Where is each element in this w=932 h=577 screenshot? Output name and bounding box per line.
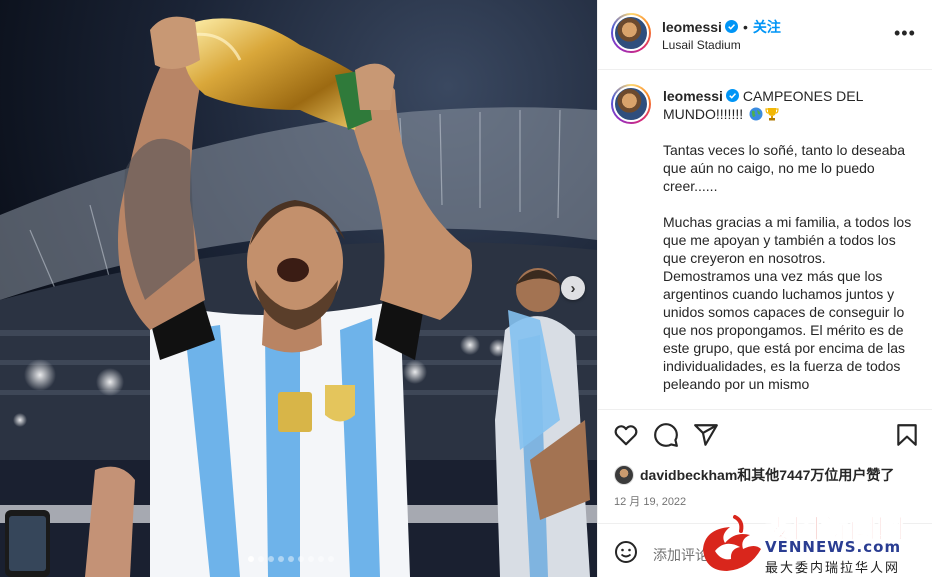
- caption-body: leomessi CAMPEONES DEL MUNDO!!!!!!! Tant…: [663, 87, 915, 409]
- carousel-dot: [268, 556, 274, 562]
- carousel-dot: [288, 556, 294, 562]
- action-bar: [598, 418, 932, 452]
- globe-emoji: [749, 107, 763, 121]
- carousel-dot: [318, 556, 324, 562]
- carousel-dot: [298, 556, 304, 562]
- post-side-panel: leomessi • 关注 Lusail Stadium ••• leomessi …: [597, 0, 932, 577]
- caption-username[interactable]: leomessi: [663, 88, 723, 104]
- emoji-icon[interactable]: [614, 540, 638, 564]
- share-icon[interactable]: [693, 422, 719, 448]
- carousel-dot: [308, 556, 314, 562]
- follow-button[interactable]: 关注: [753, 19, 781, 35]
- author-username[interactable]: leomessi: [662, 19, 722, 35]
- carousel-dot: [248, 556, 254, 562]
- carousel-next-button[interactable]: ›: [561, 276, 585, 300]
- author-avatar[interactable]: [611, 13, 651, 53]
- liker-avatar[interactable]: [614, 465, 634, 485]
- verified-icon: [724, 20, 738, 33]
- verified-icon: [725, 89, 739, 102]
- photo-scene: [0, 0, 597, 577]
- more-icon[interactable]: •••: [894, 24, 916, 42]
- likes-summary[interactable]: davidbeckham和其他7447万位用户赞了: [614, 465, 894, 485]
- post-header: leomessi • 关注 Lusail Stadium •••: [598, 0, 932, 70]
- carousel-dot: [258, 556, 264, 562]
- carousel-dot: [328, 556, 334, 562]
- carousel-dot: [278, 556, 284, 562]
- separator-dot: •: [742, 19, 748, 35]
- comment-bar: 添加评论...: [598, 523, 932, 577]
- post-date[interactable]: 12 月 19, 2022: [614, 493, 686, 509]
- bookmark-icon[interactable]: [894, 422, 920, 448]
- comment-icon[interactable]: [653, 422, 679, 448]
- caption-paragraph: Muchas gracias a mi familia, a todos los…: [663, 214, 912, 392]
- trophy-emoji: [765, 108, 779, 121]
- post-location[interactable]: Lusail Stadium: [662, 38, 741, 52]
- likes-text[interactable]: davidbeckham和其他7447万位用户赞了: [640, 465, 894, 485]
- caption-section: leomessi CAMPEONES DEL MUNDO!!!!!!! Tant…: [598, 70, 932, 410]
- comment-input[interactable]: 添加评论...: [653, 545, 721, 565]
- post-photo[interactable]: ›: [0, 0, 597, 577]
- chevron-right-icon: ›: [570, 279, 576, 297]
- caption-paragraph: Tantas veces lo soñé, tanto lo deseaba q…: [663, 142, 906, 194]
- carousel-indicator: [248, 556, 334, 562]
- heart-icon[interactable]: [613, 422, 639, 448]
- caption-author-avatar[interactable]: [611, 84, 651, 124]
